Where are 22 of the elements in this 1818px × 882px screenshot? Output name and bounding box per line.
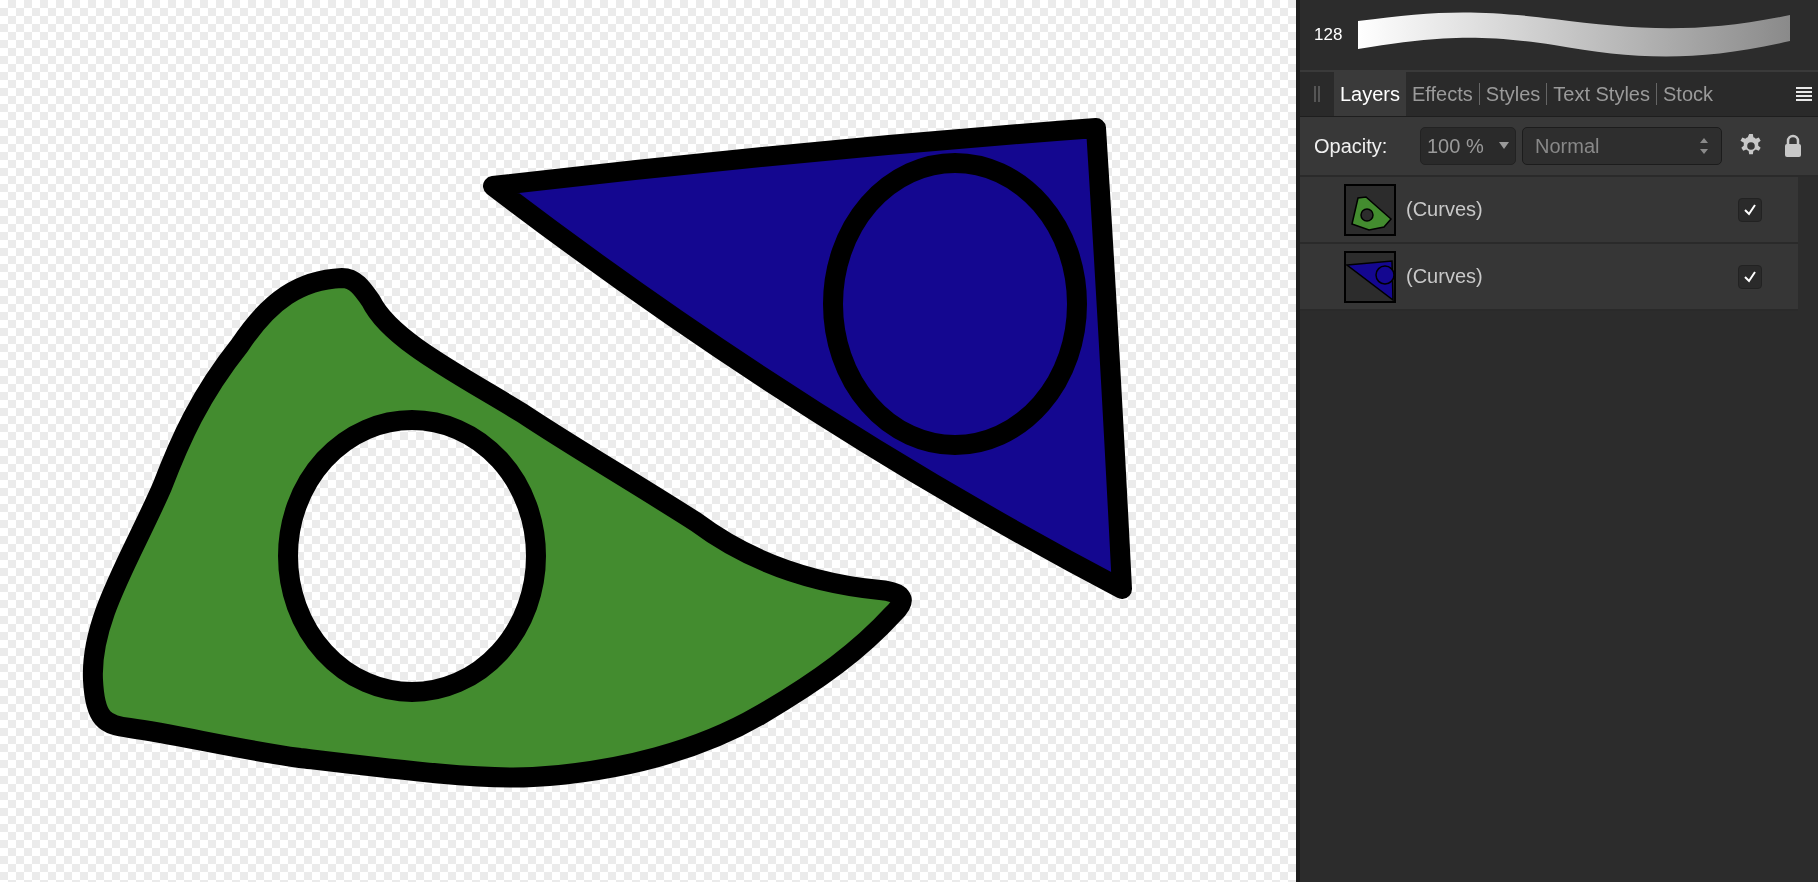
visibility-checkbox[interactable]	[1738, 197, 1762, 222]
opacity-dropdown[interactable]: 100 %	[1420, 127, 1516, 165]
stepper-icon	[1699, 137, 1709, 155]
layer-row[interactable]: (Curves)	[1300, 244, 1798, 311]
brush-size-label: 128	[1314, 25, 1343, 45]
layer-name: (Curves)	[1406, 198, 1483, 221]
checkmark-icon	[1743, 202, 1757, 217]
panel-tab[interactable]: Stock	[1657, 72, 1719, 116]
checkmark-icon	[1743, 269, 1757, 284]
panel-tab[interactable]: Text Styles	[1547, 72, 1656, 116]
opacity-label: Opacity:	[1314, 134, 1389, 158]
panel-tab[interactable]: Styles	[1479, 72, 1547, 116]
panel-tab[interactable]: Effects	[1406, 72, 1479, 116]
blend-mode-dropdown[interactable]: Normal	[1522, 127, 1722, 165]
panel-tab[interactable]: Layers	[1334, 72, 1407, 116]
caret-icon	[1499, 142, 1509, 150]
lock-icon[interactable]	[1784, 134, 1802, 158]
menu-icon[interactable]	[1796, 86, 1814, 102]
grip-handle[interactable]	[1314, 86, 1320, 102]
layer-name: (Curves)	[1406, 265, 1483, 288]
visibility-checkbox[interactable]	[1738, 264, 1762, 289]
layer-row[interactable]: (Curves)	[1300, 177, 1798, 244]
